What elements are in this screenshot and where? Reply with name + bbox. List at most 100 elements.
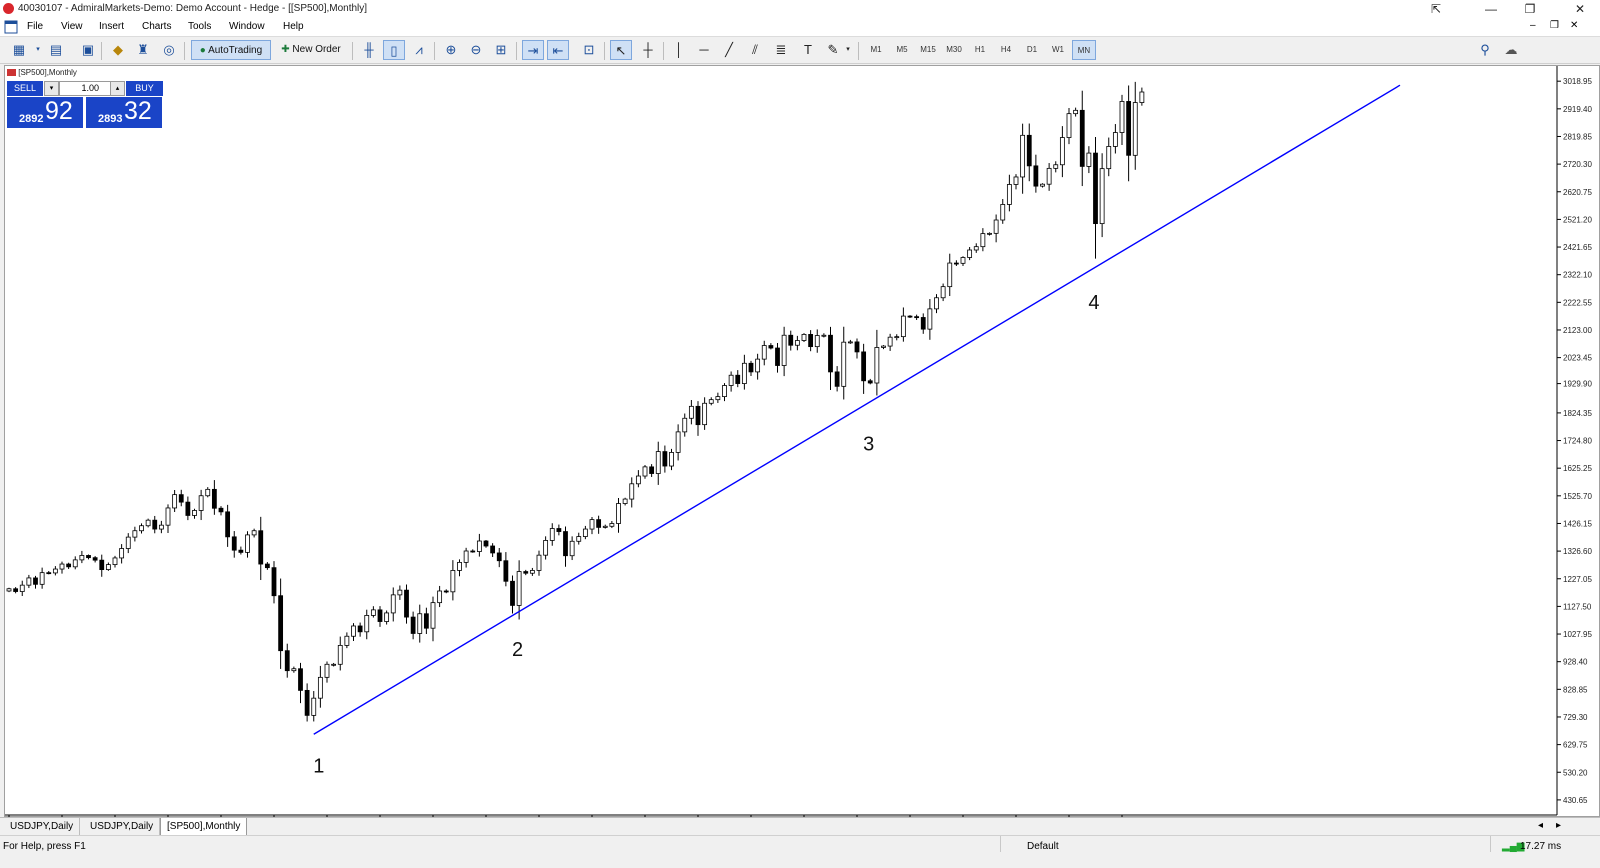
candle-body	[841, 341, 847, 387]
candle	[695, 401, 701, 436]
lot-decrease-button[interactable]: ▾	[44, 81, 59, 96]
price-tick-label: 1326.60	[1563, 547, 1592, 556]
candle	[1093, 136, 1098, 259]
candle-body	[874, 347, 880, 384]
tab-scroll-right-icon[interactable]: ▸	[1556, 820, 1561, 831]
candle	[635, 470, 641, 488]
candle	[443, 589, 449, 594]
candle	[377, 606, 383, 627]
price-tick-label: 2222.55	[1563, 298, 1592, 307]
candle-body	[165, 507, 171, 526]
buy-price-pips: 32	[124, 97, 152, 125]
tab-sp500-monthly[interactable]: [SP500],Monthly	[160, 818, 248, 836]
candle-body	[410, 616, 416, 634]
candle-body	[675, 431, 681, 453]
candle	[145, 518, 151, 528]
buy-price-button[interactable]: 2893 32	[86, 97, 162, 128]
lot-size-input[interactable]: 1.00	[59, 81, 116, 96]
candle-body	[1106, 146, 1112, 170]
candle	[1066, 107, 1072, 145]
candle	[914, 314, 920, 320]
tab-usdjpy-daily-1[interactable]: USDJPY,Daily	[4, 818, 81, 835]
annotation-label: 3	[863, 434, 874, 456]
price-tick-label: 1929.90	[1563, 380, 1592, 389]
candle-body	[894, 336, 900, 339]
candle-body	[510, 580, 515, 606]
candle-body	[582, 528, 588, 537]
candle	[748, 360, 754, 377]
candle-body	[847, 341, 853, 344]
candle	[861, 343, 867, 394]
candle	[404, 584, 409, 624]
candle-body	[821, 334, 827, 337]
candle	[675, 424, 681, 461]
candle-body	[1046, 167, 1052, 185]
candle-body	[914, 316, 920, 319]
candle	[589, 516, 595, 535]
lot-increase-button[interactable]: ▴	[110, 81, 125, 96]
candle	[967, 247, 973, 261]
candle-body	[39, 572, 45, 585]
price-tick-label: 2620.75	[1563, 188, 1592, 197]
candle	[828, 326, 833, 391]
candle-body	[1112, 132, 1118, 147]
price-tick-label: 1625.25	[1563, 464, 1592, 473]
price-tick-label: 2421.65	[1563, 243, 1592, 252]
candle-body	[370, 609, 376, 616]
candle-body	[1099, 168, 1105, 225]
candle	[39, 567, 45, 589]
trendline[interactable]	[313, 84, 1401, 735]
candle-body	[483, 540, 489, 547]
candle-body	[443, 590, 449, 593]
candle	[1059, 126, 1065, 178]
candle	[987, 232, 992, 236]
price-tick-label: 2123.00	[1563, 326, 1592, 335]
candle	[351, 623, 356, 641]
candle	[384, 610, 390, 625]
price-tick-label: 1426.15	[1563, 519, 1592, 528]
candle	[496, 548, 502, 568]
candle	[847, 339, 853, 344]
candle-body	[1013, 176, 1019, 185]
candle	[953, 260, 959, 266]
tab-usdjpy-daily-2[interactable]: USDJPY,Daily	[84, 818, 161, 835]
candle-body	[635, 475, 641, 485]
candle	[1099, 153, 1105, 238]
candle-body	[1126, 101, 1132, 156]
candle-body	[231, 536, 237, 551]
candle-body	[271, 567, 277, 597]
candle-body	[1020, 134, 1026, 178]
candle	[258, 516, 264, 581]
buy-button[interactable]: BUY	[126, 81, 163, 96]
sell-button[interactable]: SELL	[7, 81, 43, 96]
candle-body	[907, 315, 913, 318]
candle	[152, 515, 158, 534]
candle-body	[642, 466, 648, 477]
candle	[271, 561, 277, 604]
candle	[503, 552, 509, 587]
profile-name[interactable]: Default	[1027, 841, 1059, 852]
candle	[609, 521, 615, 529]
candle	[185, 496, 191, 521]
candle	[119, 544, 125, 564]
candle	[1053, 161, 1059, 173]
candle	[887, 333, 893, 351]
candle	[132, 526, 138, 542]
candle-body	[132, 530, 138, 538]
candle	[198, 489, 204, 521]
candle-body	[735, 374, 741, 384]
candle	[112, 555, 118, 568]
candle	[205, 487, 211, 498]
chart-canvas[interactable]: 3018.95 2919.40 2819.85 2720.30 2620.75 2521.…	[0, 0, 1600, 817]
candle-body	[105, 564, 111, 571]
candle	[702, 397, 708, 430]
tab-scroll-left-icon[interactable]: ◂	[1538, 820, 1543, 831]
candle-body	[26, 577, 32, 586]
candle-body	[1040, 183, 1045, 187]
candle	[894, 334, 900, 341]
candle-body	[245, 534, 250, 553]
candle	[99, 554, 105, 577]
price-tick-label: 828.85	[1563, 685, 1588, 694]
candle	[1126, 85, 1132, 182]
sell-price-button[interactable]: 2892 92	[7, 97, 83, 128]
